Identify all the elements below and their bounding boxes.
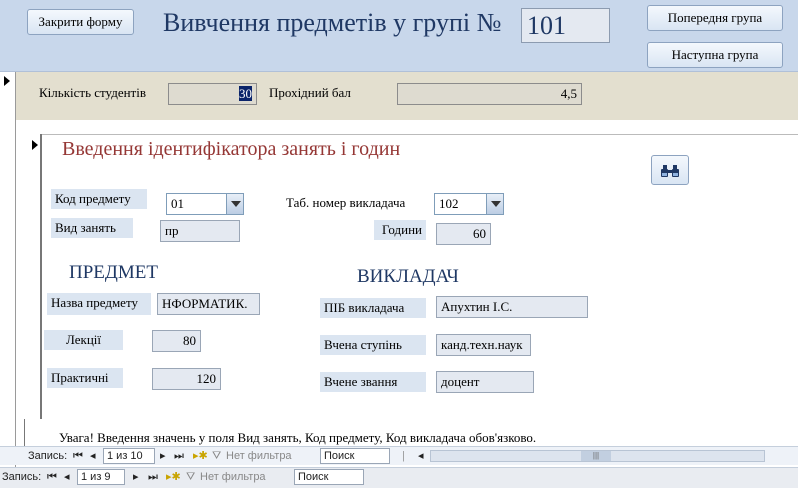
last-record-icon[interactable]: ⏭ bbox=[148, 470, 158, 484]
main-filter-status[interactable]: Нет фильтра bbox=[200, 470, 266, 484]
next-record-icon[interactable]: ▸ bbox=[160, 449, 166, 463]
teacher-section-title: ВИКЛАДАЧ bbox=[357, 266, 459, 287]
main-position-input[interactable]: 1 из 9 bbox=[77, 469, 125, 485]
lectures-field[interactable]: 80 bbox=[152, 330, 201, 352]
degree-label: Вчена ступінь bbox=[320, 335, 426, 355]
practicals-field[interactable]: 120 bbox=[152, 368, 221, 390]
subform-record-label: Запись: bbox=[28, 450, 68, 462]
prev-record-icon[interactable]: ◂ bbox=[90, 449, 96, 463]
lectures-label: Лекції bbox=[44, 330, 123, 350]
chevron-down-icon[interactable] bbox=[486, 194, 503, 214]
subject-section-title: ПРЕДМЕТ bbox=[69, 262, 158, 283]
close-form-button[interactable]: Закрити форму bbox=[27, 9, 134, 35]
teacher-id-combo[interactable]: 102 bbox=[434, 193, 504, 215]
last-record-icon[interactable]: ⏭ bbox=[174, 449, 184, 463]
page-title: Вивчення предметів у групі № bbox=[163, 8, 502, 37]
subject-code-combo[interactable]: 01 bbox=[166, 193, 244, 215]
previous-group-button[interactable]: Попередня група bbox=[647, 5, 783, 31]
main-record-label: Запись: bbox=[2, 471, 42, 483]
first-record-icon[interactable]: ⏮ bbox=[73, 449, 83, 463]
teacher-name-field[interactable]: Апухтин І.С. bbox=[436, 296, 588, 318]
rank-field[interactable]: доцент bbox=[436, 371, 534, 393]
new-record-icon[interactable]: ▸✱ bbox=[193, 449, 208, 463]
next-record-icon[interactable]: ▸ bbox=[133, 470, 139, 484]
subform-record-selector[interactable] bbox=[24, 134, 42, 419]
teacher-id-value: 102 bbox=[439, 196, 459, 211]
subform-record-navigator: Запись: ⏮ ◂ 1 из 10 ▸ ⏭ ▸✱ ⛛ Нет фильтра… bbox=[0, 446, 798, 465]
required-fields-warning: Увага! Введення значень у поля Вид занят… bbox=[59, 430, 537, 445]
next-group-button[interactable]: Наступна група bbox=[647, 42, 783, 68]
current-record-arrow-icon bbox=[4, 76, 10, 86]
subject-code-label: Код предмету bbox=[51, 189, 147, 209]
filter-funnel-icon: ⛛ bbox=[186, 471, 196, 483]
main-search-input[interactable]: Поиск bbox=[294, 469, 364, 485]
teacher-name-label: ПІБ викладача bbox=[320, 298, 426, 318]
subject-name-label: Назва предмету bbox=[47, 293, 151, 315]
subject-code-value: 01 bbox=[171, 196, 184, 211]
pass-score-label: Прохідний бал bbox=[269, 85, 351, 100]
main-record-navigator: Запись: ⏮ ◂ 1 из 9 ▸ ⏭ ▸✱ ⛛ Нет фильтра … bbox=[0, 467, 798, 488]
subform-current-record-icon bbox=[32, 140, 38, 150]
hours-field[interactable]: 60 bbox=[436, 223, 491, 245]
prev-record-icon[interactable]: ◂ bbox=[64, 470, 70, 484]
subform-position-input[interactable]: 1 из 10 bbox=[103, 448, 155, 464]
binoculars-icon bbox=[661, 165, 679, 178]
filter-funnel-icon: ⛛ bbox=[212, 450, 222, 462]
class-type-label: Вид занять bbox=[51, 218, 133, 238]
students-count-value: 30 bbox=[239, 86, 252, 101]
group-number-field[interactable]: 101 bbox=[521, 8, 610, 43]
new-record-icon[interactable]: ▸✱ bbox=[166, 470, 181, 484]
degree-field[interactable]: канд.техн.наук bbox=[436, 334, 531, 356]
hours-label: Години bbox=[374, 220, 426, 240]
horizontal-scrollbar[interactable]: ||| bbox=[430, 450, 765, 462]
subform-filter-status[interactable]: Нет фильтра bbox=[226, 449, 292, 463]
teacher-id-label: Таб. номер викладача bbox=[286, 195, 406, 210]
scroll-divider: | bbox=[402, 450, 405, 462]
first-record-icon[interactable]: ⏮ bbox=[47, 470, 57, 484]
students-count-field[interactable]: 30 bbox=[168, 83, 257, 105]
record-selector[interactable] bbox=[0, 72, 16, 488]
subject-name-field[interactable]: НФОРМАТИК. bbox=[157, 293, 260, 315]
pass-score-field[interactable]: 4,5 bbox=[397, 83, 582, 105]
class-type-field[interactable]: пр bbox=[160, 220, 240, 242]
subform-heading: Введення ідентифікатора занять і годин bbox=[62, 138, 401, 160]
subform-search-input[interactable]: Поиск bbox=[320, 448, 390, 464]
rank-label: Вчене звання bbox=[320, 372, 426, 392]
students-count-label: Кількість студентів bbox=[39, 85, 146, 100]
practicals-label: Практичні bbox=[47, 368, 123, 388]
scroll-thumb[interactable]: ||| bbox=[581, 451, 611, 461]
scroll-left-icon[interactable]: ◂ bbox=[418, 449, 424, 463]
find-button[interactable] bbox=[651, 155, 689, 185]
chevron-down-icon[interactable] bbox=[226, 194, 243, 214]
